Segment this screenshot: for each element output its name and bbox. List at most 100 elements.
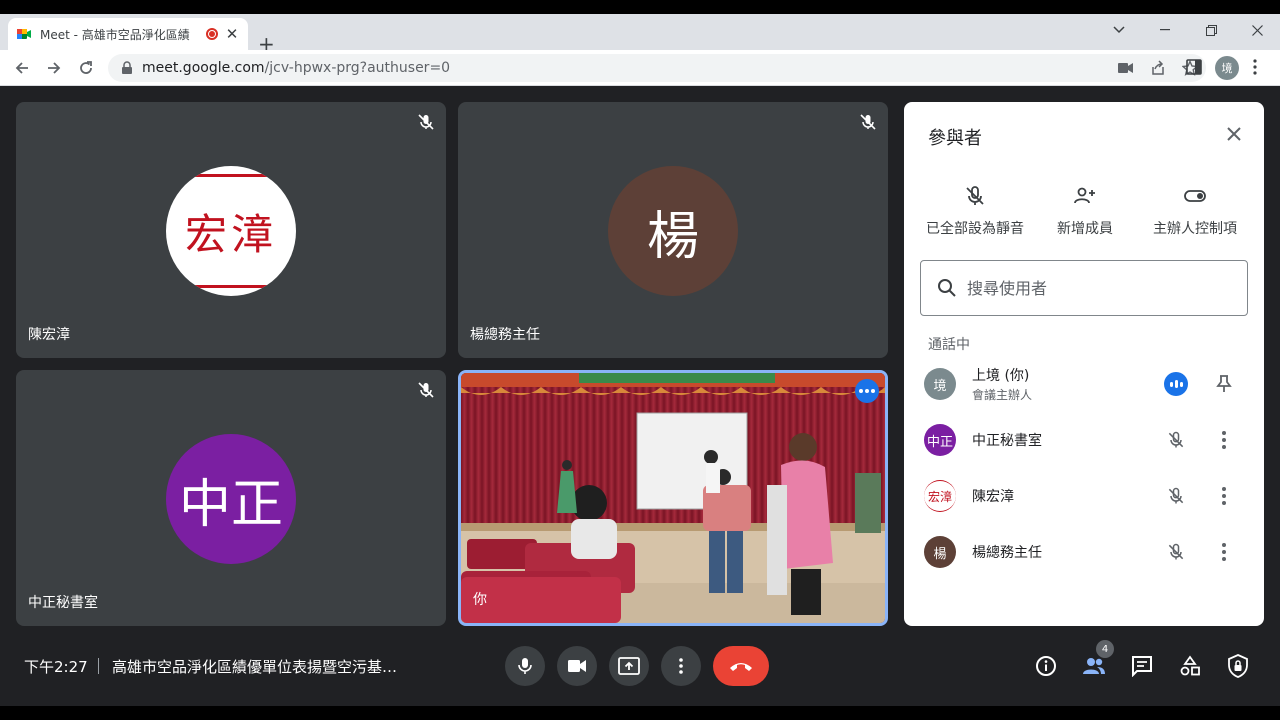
top-letterbox xyxy=(0,0,1280,14)
camera-button[interactable] xyxy=(557,646,597,686)
meeting-time: 下午2:27 xyxy=(24,658,88,676)
participant-row-zhongzheng[interactable]: 中正 中正秘書室 xyxy=(904,412,1264,468)
recording-icon xyxy=(206,28,218,40)
self-video-feed xyxy=(461,373,885,623)
mic-off-icon xyxy=(966,186,984,205)
restore-icon[interactable] xyxy=(1188,14,1234,46)
participant-tile-yang[interactable]: 楊 楊總務主任 xyxy=(458,102,888,358)
add-people-button[interactable]: 新增成員 xyxy=(1030,184,1140,238)
avatar-zhongzheng: 中正 xyxy=(166,434,296,564)
chat-icon[interactable] xyxy=(1130,654,1154,678)
search-box[interactable] xyxy=(920,260,1248,316)
avatar: 楊 xyxy=(924,536,956,568)
avatar: 宏漳 xyxy=(924,480,956,512)
window-close-icon[interactable] xyxy=(1234,14,1280,46)
bottom-letterbox xyxy=(0,706,1280,720)
share-icon[interactable] xyxy=(1142,60,1174,76)
participant-name-self: 你 xyxy=(473,592,487,608)
mic-off-icon[interactable] xyxy=(1164,428,1188,452)
leave-call-button[interactable] xyxy=(713,646,769,686)
participant-role: 會議主辦人 xyxy=(972,388,1033,402)
participant-list: 境 上境 (你) 會議主辦人 中正 中正秘書室 宏漳 陳宏漳 楊 楊總務主任 xyxy=(904,356,1264,580)
participant-name: 楊總務主任 xyxy=(972,545,1042,561)
participant-row-yang[interactable]: 楊 楊總務主任 xyxy=(904,524,1264,580)
pin-icon[interactable] xyxy=(1212,372,1236,396)
more-options-icon[interactable] xyxy=(855,379,879,403)
close-icon[interactable] xyxy=(1222,122,1246,146)
minimize-icon[interactable] xyxy=(1142,14,1188,46)
more-options-button[interactable] xyxy=(661,646,701,686)
avatar-chen-text: 宏漳 xyxy=(184,209,277,259)
participant-tile-chen[interactable]: 宏漳 陳宏漳 xyxy=(16,102,446,358)
participant-name: 中正秘書室 xyxy=(28,595,98,611)
people-panel: 參與者 已全部設為靜音 新增成員 主辦人控制項 通話中 境 xyxy=(904,102,1264,626)
meeting-controls-bar: 下午2:27 高雄市空品淨化區績優單位表揚暨空污基… xyxy=(0,636,1280,700)
more-vert-icon[interactable] xyxy=(1212,428,1236,452)
mic-off-icon xyxy=(860,114,876,130)
profile-avatar[interactable]: 境 xyxy=(1215,56,1239,80)
participant-name: 陳宏漳 xyxy=(972,489,1014,505)
participant-row-self[interactable]: 境 上境 (你) 會議主辦人 xyxy=(904,356,1264,412)
avatar-chen: 宏漳 xyxy=(166,166,296,296)
search-icon xyxy=(938,279,956,297)
toggle-icon xyxy=(1184,190,1206,202)
url-text: meet.google.com/jcv-hpwx-prg?authuser=0 xyxy=(142,60,450,76)
mute-all-button[interactable]: 已全部設為靜音 xyxy=(920,184,1030,238)
url-host: meet.google.com xyxy=(142,60,265,76)
meeting-title: 高雄市空品淨化區績優單位表揚暨空污基… xyxy=(112,658,398,676)
activities-icon[interactable] xyxy=(1178,654,1202,678)
avatar: 中正 xyxy=(924,424,956,456)
video-camera-icon xyxy=(568,660,586,672)
url-path: /jcv-hpwx-prg?authuser=0 xyxy=(264,60,451,76)
browser-toolbar: meet.google.com/jcv-hpwx-prg?authuser=0 … xyxy=(0,50,1280,86)
host-controls-lock-icon[interactable] xyxy=(1226,654,1250,678)
participant-name: 陳宏漳 xyxy=(28,327,70,343)
host-controls-label: 主辦人控制項 xyxy=(1153,221,1237,237)
person-add-icon xyxy=(1074,187,1095,204)
browser-menu-icon[interactable] xyxy=(1252,58,1258,80)
avatar-yang: 楊 xyxy=(608,166,738,296)
participant-row-chen[interactable]: 宏漳 陳宏漳 xyxy=(904,468,1264,524)
in-call-section-label: 通話中 xyxy=(928,337,970,353)
panel-title: 參與者 xyxy=(928,128,982,149)
host-controls-button[interactable]: 主辦人控制項 xyxy=(1140,184,1250,238)
mute-all-label: 已全部設為靜音 xyxy=(926,221,1024,237)
tab-title: Meet - 高雄市空品淨化區績 xyxy=(40,27,190,42)
more-vert-icon[interactable] xyxy=(1212,484,1236,508)
avatar: 境 xyxy=(924,368,956,400)
present-screen-button[interactable] xyxy=(609,646,649,686)
tab-close-icon[interactable]: ✕ xyxy=(224,25,240,43)
participant-name: 上境 (你) xyxy=(972,368,1030,384)
reload-icon[interactable] xyxy=(74,56,98,80)
speaking-indicator-icon xyxy=(1164,372,1188,396)
more-vert-icon xyxy=(679,658,683,674)
lock-icon xyxy=(122,61,132,74)
microphone-button[interactable] xyxy=(505,646,545,686)
separator xyxy=(98,658,99,674)
participant-name: 中正秘書室 xyxy=(972,433,1042,449)
mic-off-icon xyxy=(418,382,434,398)
add-people-label: 新增成員 xyxy=(1057,221,1113,237)
participant-name: 楊總務主任 xyxy=(470,327,540,343)
more-vert-icon[interactable] xyxy=(1212,540,1236,564)
back-arrow-icon[interactable] xyxy=(10,56,34,80)
mic-icon xyxy=(518,658,532,674)
meet-favicon-icon xyxy=(17,29,31,39)
meeting-info-icon[interactable] xyxy=(1034,654,1058,678)
mic-off-icon[interactable] xyxy=(1164,484,1188,508)
screen: Meet - 高雄市空品淨化區績 ✕ + meet.google.com/jcv… xyxy=(0,0,1280,720)
mic-off-icon[interactable] xyxy=(1164,540,1188,564)
side-panel-icon[interactable] xyxy=(1186,59,1202,79)
present-screen-icon xyxy=(618,657,640,675)
self-video-tile[interactable]: 你 xyxy=(458,370,888,626)
hang-up-icon xyxy=(730,663,752,671)
address-bar[interactable]: meet.google.com/jcv-hpwx-prg?authuser=0 xyxy=(108,54,1206,82)
search-input[interactable] xyxy=(967,278,1227,298)
mic-off-icon xyxy=(418,114,434,130)
camera-indicator-icon[interactable] xyxy=(1110,62,1142,74)
forward-arrow-icon[interactable] xyxy=(42,56,66,80)
tab-search-chevron-icon[interactable] xyxy=(1096,14,1142,46)
browser-tab[interactable]: Meet - 高雄市空品淨化區績 ✕ xyxy=(8,18,248,50)
participant-tile-zhongzheng[interactable]: 中正 中正秘書室 xyxy=(16,370,446,626)
people-count-badge: 4 xyxy=(1096,640,1114,658)
